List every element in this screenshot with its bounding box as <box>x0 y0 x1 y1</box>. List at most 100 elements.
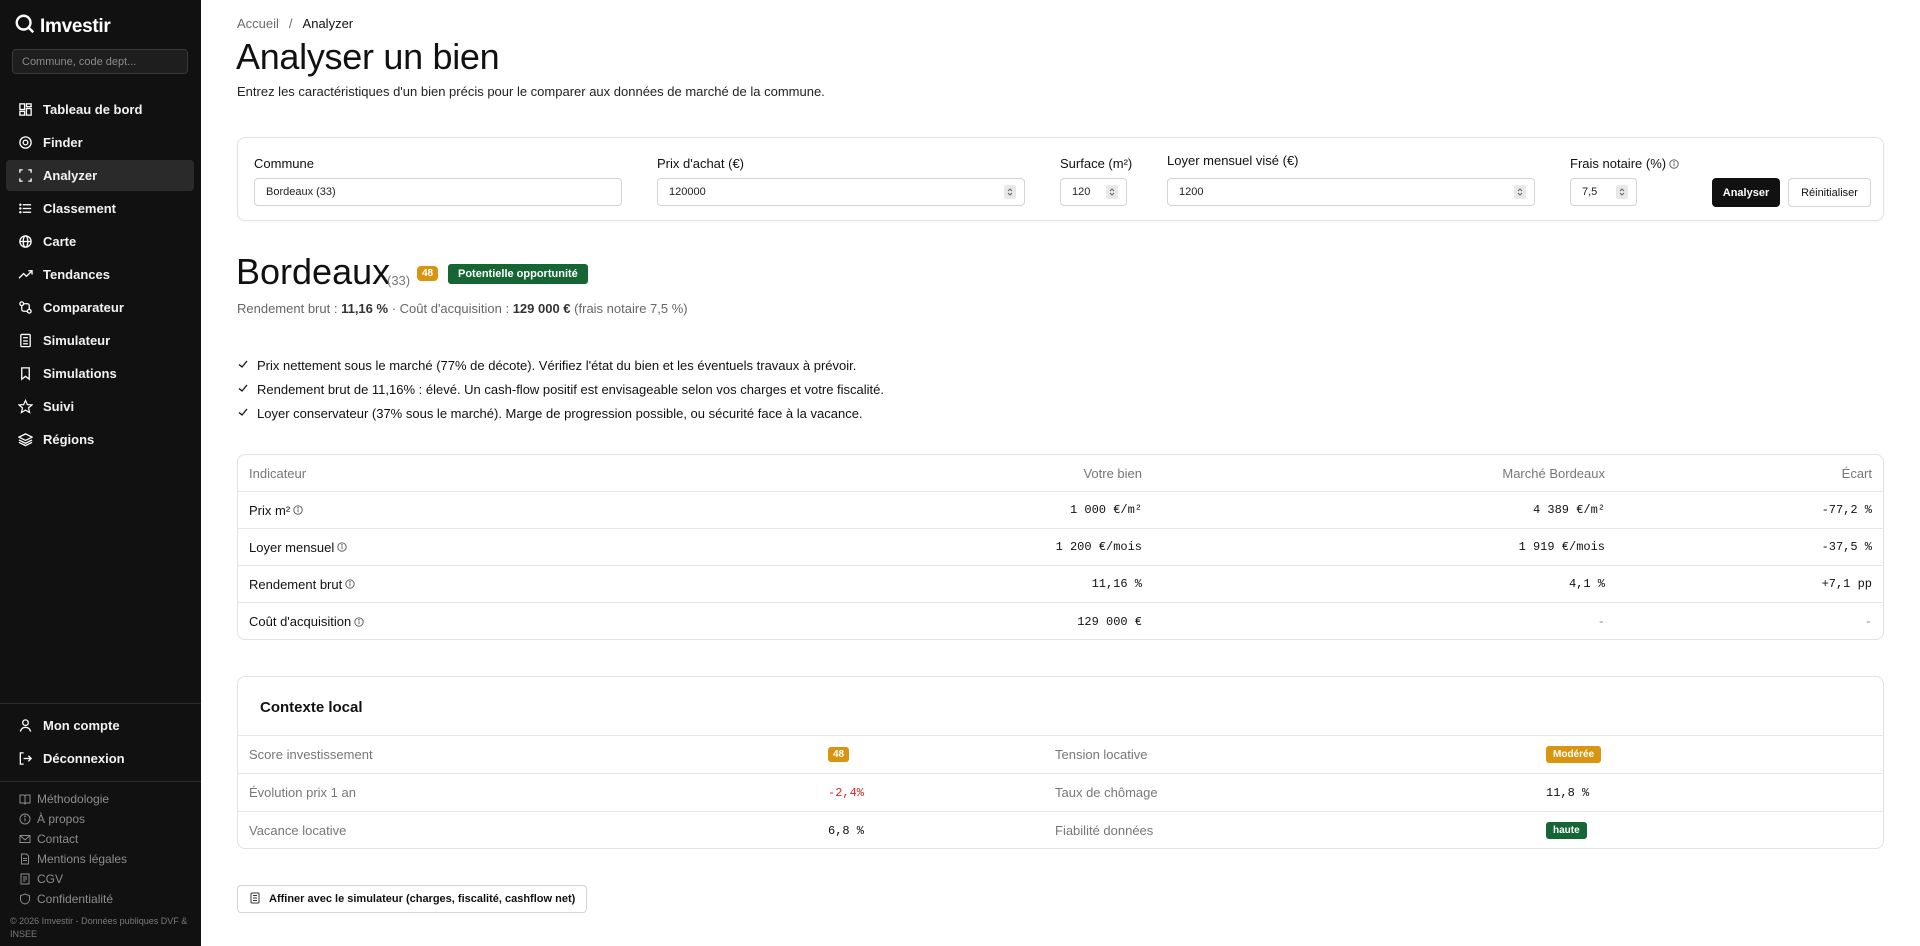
insight-text: Loyer conservateur (37% sous le marché).… <box>257 405 863 421</box>
summary-notary-note: (frais notaire 7,5 %) <box>574 301 688 316</box>
nav-label: Suivi <box>43 399 75 414</box>
nav-item-analyzer[interactable]: Analyzer <box>6 160 194 191</box>
breadcrumb: Accueil / Analyzer <box>237 16 353 31</box>
context-value: 11,8 % <box>1546 785 1590 800</box>
footer-link-cgv[interactable]: CGV <box>19 869 127 889</box>
context-key: Fiabilité données <box>1055 823 1154 838</box>
city-department: (33) <box>387 273 411 288</box>
info-icon[interactable] <box>293 505 303 515</box>
row-gap: - <box>1864 614 1872 629</box>
tension-pill: Modérée <box>1546 746 1602 763</box>
bookmark-icon <box>18 366 33 381</box>
price-stepper-icon[interactable] <box>1004 185 1016 199</box>
reset-button[interactable]: Réinitialiser <box>1788 178 1871 207</box>
commune-field: Commune Bordeaux (33) <box>254 156 622 206</box>
nav-item-account[interactable]: Mon compte <box>6 710 194 741</box>
score-badge: 48 <box>417 266 439 281</box>
scan-icon <box>18 168 33 183</box>
row-market: - <box>1597 614 1605 629</box>
globe-icon <box>18 234 33 249</box>
logo[interactable]: Imvestir <box>14 13 111 41</box>
summary-cost-value: 129 000 € <box>512 301 571 316</box>
sidebar-divider <box>0 781 201 782</box>
nav-item-simulateur[interactable]: Simulateur <box>6 325 194 356</box>
calculator-icon <box>249 892 269 907</box>
footer-link-apropos[interactable]: À propos <box>19 809 127 829</box>
notary-fee-label: Frais notaire (%) <box>1570 156 1679 171</box>
trending-icon <box>18 267 33 282</box>
nav-item-dashboard[interactable]: Tableau de bord <box>6 94 194 125</box>
score-pill: 48 <box>828 747 850 762</box>
insight-text: Prix nettement sous le marché (77% de dé… <box>257 357 857 373</box>
context-row: Score investissement 48 Tension locative… <box>238 735 1883 772</box>
nav-item-regions[interactable]: Régions <box>6 424 194 455</box>
analyze-button[interactable]: Analyser <box>1712 178 1780 207</box>
nav-label: Tendances <box>43 267 110 282</box>
footer-link-methodologie[interactable]: Méthodologie <box>19 789 127 809</box>
check-icon <box>237 358 257 373</box>
header-gap: Écart <box>1841 465 1872 481</box>
footer-link-mentions[interactable]: Mentions légales <box>19 849 127 869</box>
city-title: Bordeaux <box>236 251 391 292</box>
simulator-button[interactable]: Affiner avec le simulateur (charges, fis… <box>237 885 588 913</box>
nav-item-suivi[interactable]: Suivi <box>6 391 194 422</box>
sidebar: Imvestir Tableau de bord Finder Analyzer… <box>0 0 201 946</box>
row-label: Coût d'acquisition <box>249 614 364 629</box>
insight-text: Rendement brut de 11,16% : élevé. Un cas… <box>257 381 884 397</box>
simulator-button-label: Affiner avec le simulateur (charges, fis… <box>269 893 576 905</box>
info-icon[interactable] <box>345 579 355 589</box>
page-subtitle: Entrez les caractéristiques d'un bien pr… <box>237 84 825 99</box>
breadcrumb-home[interactable]: Accueil <box>237 16 279 31</box>
nav-label: Régions <box>43 432 95 447</box>
info-icon <box>19 813 31 825</box>
footer-link-label: Méthodologie <box>37 792 110 806</box>
account-nav: Mon compte Déconnexion <box>6 710 194 776</box>
file-icon <box>19 853 31 865</box>
commune-input[interactable]: Bordeaux (33) <box>254 178 622 206</box>
main-content: Accueil / Analyzer Analyser un bien Entrez… <box>201 0 1920 946</box>
row-gap: -37,5 % <box>1821 540 1872 554</box>
price-value: 120000 <box>669 186 706 198</box>
info-icon[interactable] <box>1669 158 1679 169</box>
surface-input[interactable]: 120 <box>1060 178 1127 206</box>
footer-link-confidentialite[interactable]: Confidentialité <box>19 889 127 909</box>
surface-stepper-icon[interactable] <box>1106 185 1118 199</box>
insight-item: Prix nettement sous le marché (77% de dé… <box>237 353 884 377</box>
logout-icon <box>18 751 33 766</box>
nav-item-classement[interactable]: Classement <box>6 193 194 224</box>
compare-icon <box>18 300 33 315</box>
surface-value: 120 <box>1072 186 1091 198</box>
nav-item-tendances[interactable]: Tendances <box>6 259 194 290</box>
nav-item-simulations[interactable]: Simulations <box>6 358 194 389</box>
breadcrumb-current: Analyzer <box>302 16 354 31</box>
table-row: Prix m² 1 000 €/m² 4 389 €/m² -77,2 % <box>238 492 1883 529</box>
app-name: Imvestir <box>40 16 111 37</box>
notary-fee-input[interactable]: 7,5 <box>1570 178 1637 206</box>
notary-fee-stepper-icon[interactable] <box>1616 185 1628 199</box>
price-input[interactable]: 120000 <box>657 178 1025 206</box>
nav-item-comparateur[interactable]: Comparateur <box>6 292 194 323</box>
document-icon <box>19 873 31 885</box>
rent-stepper-icon[interactable] <box>1514 185 1526 199</box>
price-field: Prix d'achat (€) 120000 <box>657 156 1025 206</box>
footer-link-label: Confidentialité <box>37 892 114 906</box>
info-icon[interactable] <box>337 542 347 552</box>
table-row: Loyer mensuel 1 200 €/mois 1 919 €/mois … <box>238 529 1883 566</box>
commune-search-input[interactable] <box>12 49 188 74</box>
info-icon[interactable] <box>354 616 364 627</box>
rent-input[interactable]: 1200 <box>1167 178 1535 206</box>
nav-label: Comparateur <box>43 300 124 315</box>
check-icon <box>237 406 257 421</box>
row-gap: +7,1 pp <box>1821 577 1872 591</box>
nav-item-logout[interactable]: Déconnexion <box>6 743 194 774</box>
insight-item: Rendement brut de 11,16% : élevé. Un cas… <box>237 377 884 401</box>
shield-icon <box>19 893 31 905</box>
nav-item-carte[interactable]: Carte <box>6 226 194 257</box>
context-value: 48 <box>828 736 850 773</box>
nav-item-finder[interactable]: Finder <box>6 127 194 158</box>
footer-link-contact[interactable]: Contact <box>19 829 127 849</box>
table-row: Coût d'acquisition 129 000 € - - <box>238 603 1883 639</box>
table-row: Rendement brut 11,16 % 4,1 % +7,1 pp <box>238 566 1883 603</box>
insights-list: Prix nettement sous le marché (77% de dé… <box>237 353 884 425</box>
header-yours: Votre bien <box>1083 465 1142 481</box>
